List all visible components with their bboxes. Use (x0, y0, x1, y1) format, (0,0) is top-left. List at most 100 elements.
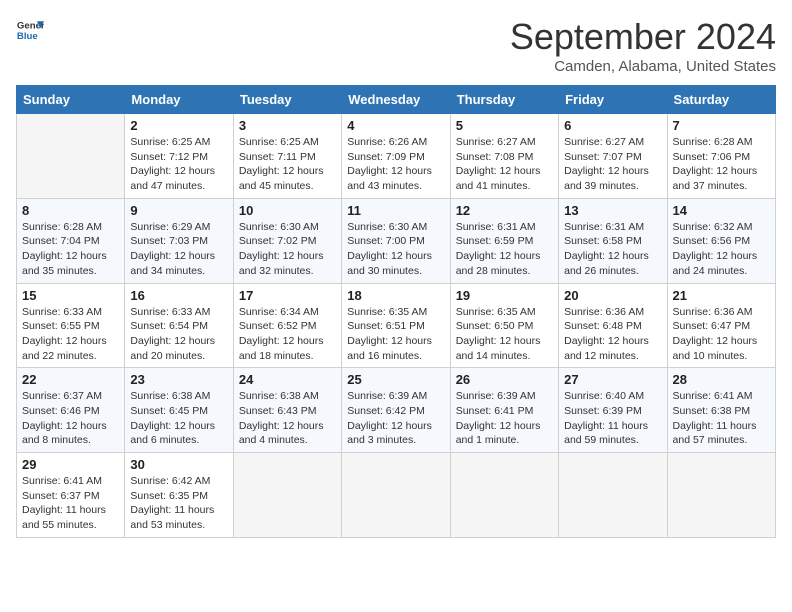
calendar-day-cell: 15 Sunrise: 6:33 AMSunset: 6:55 PMDayligh… (17, 283, 125, 368)
location-subtitle: Camden, Alabama, United States (510, 58, 776, 75)
day-number: 7 (673, 118, 770, 133)
day-number: 8 (22, 203, 119, 218)
day-info: Sunrise: 6:26 AMSunset: 7:09 PMDaylight:… (347, 135, 444, 194)
day-number: 30 (130, 457, 227, 472)
calendar-empty-cell (342, 453, 450, 538)
calendar-day-cell: 26Sunrise: 6:39 AMSunset: 6:41 PMDayligh… (450, 368, 558, 453)
day-info: Sunrise: 6:36 AMSunset: 6:48 PMDaylight:… (564, 305, 661, 364)
calendar-day-cell: 2 Sunrise: 6:25 AMSunset: 7:12 PMDaylight… (125, 114, 233, 199)
calendar-day-cell: 9 Sunrise: 6:29 AMSunset: 7:03 PMDaylight… (125, 198, 233, 283)
calendar-day-cell: 24 Sunrise: 6:38 AMSunset: 6:43 PMDayligh… (233, 368, 341, 453)
day-number: 10 (239, 203, 336, 218)
day-number: 12 (456, 203, 553, 218)
day-info: Sunrise: 6:36 AMSunset: 6:47 PMDaylight:… (673, 305, 770, 364)
calendar-header-row: SundayMondayTuesdayWednesdayThursdayFrid… (17, 86, 776, 114)
calendar-day-cell: 27 Sunrise: 6:40 AMSunset: 6:39 PMDayligh… (559, 368, 667, 453)
day-info: Sunrise: 6:41 AMSunset: 6:38 PMDaylight:… (673, 389, 770, 448)
calendar-day-cell: 28Sunrise: 6:41 AMSunset: 6:38 PMDayligh… (667, 368, 775, 453)
calendar-day-cell: 8Sunrise: 6:28 AMSunset: 7:04 PMDaylight… (17, 198, 125, 283)
day-number: 9 (130, 203, 227, 218)
calendar-day-cell: 17 Sunrise: 6:34 AMSunset: 6:52 PMDayligh… (233, 283, 341, 368)
day-number: 22 (22, 372, 119, 387)
logo-icon: General Blue (16, 16, 44, 44)
day-info: Sunrise: 6:39 AMSunset: 6:41 PMDaylight:… (456, 389, 553, 448)
calendar-day-cell: 6Sunrise: 6:27 AMSunset: 7:07 PMDaylight… (559, 114, 667, 199)
calendar-day-cell: 18 Sunrise: 6:35 AMSunset: 6:51 PMDayligh… (342, 283, 450, 368)
title-area: September 2024 Camden, Alabama, United S… (510, 16, 776, 75)
day-info: Sunrise: 6:40 AMSunset: 6:39 PMDaylight:… (564, 389, 661, 448)
svg-text:Blue: Blue (17, 31, 38, 42)
calendar-day-cell: 16 Sunrise: 6:33 AMSunset: 6:54 PMDayligh… (125, 283, 233, 368)
month-title: September 2024 (510, 16, 776, 58)
day-info: Sunrise: 6:34 AMSunset: 6:52 PMDaylight:… (239, 305, 336, 364)
day-info: Sunrise: 6:27 AMSunset: 7:08 PMDaylight:… (456, 135, 553, 194)
day-number: 15 (22, 288, 119, 303)
calendar-day-cell: 5 Sunrise: 6:27 AMSunset: 7:08 PMDaylight… (450, 114, 558, 199)
day-number: 11 (347, 203, 444, 218)
calendar-day-cell: 14 Sunrise: 6:32 AMSunset: 6:56 PMDayligh… (667, 198, 775, 283)
calendar-body: 2 Sunrise: 6:25 AMSunset: 7:12 PMDaylight… (17, 114, 776, 538)
calendar-empty-cell (17, 114, 125, 199)
calendar-day-cell: 21Sunrise: 6:36 AMSunset: 6:47 PMDayligh… (667, 283, 775, 368)
day-info: Sunrise: 6:38 AMSunset: 6:43 PMDaylight:… (239, 389, 336, 448)
day-info: Sunrise: 6:39 AMSunset: 6:42 PMDaylight:… (347, 389, 444, 448)
calendar-day-cell: 23Sunrise: 6:38 AMSunset: 6:45 PMDayligh… (125, 368, 233, 453)
day-number: 16 (130, 288, 227, 303)
calendar-day-cell: 7 Sunrise: 6:28 AMSunset: 7:06 PMDaylight… (667, 114, 775, 199)
calendar-day-cell: 3 Sunrise: 6:25 AMSunset: 7:11 PMDaylight… (233, 114, 341, 199)
day-info: Sunrise: 6:31 AMSunset: 6:58 PMDaylight:… (564, 220, 661, 279)
day-info: Sunrise: 6:27 AMSunset: 7:07 PMDaylight:… (564, 135, 661, 194)
day-info: Sunrise: 6:25 AMSunset: 7:12 PMDaylight:… (130, 135, 227, 194)
calendar-day-cell: 10 Sunrise: 6:30 AMSunset: 7:02 PMDayligh… (233, 198, 341, 283)
day-header-friday: Friday (559, 86, 667, 114)
day-number: 27 (564, 372, 661, 387)
day-info: Sunrise: 6:35 AMSunset: 6:50 PMDaylight:… (456, 305, 553, 364)
day-number: 20 (564, 288, 661, 303)
calendar-week-row: 22 Sunrise: 6:37 AMSunset: 6:46 PMDayligh… (17, 368, 776, 453)
day-header-sunday: Sunday (17, 86, 125, 114)
day-header-saturday: Saturday (667, 86, 775, 114)
calendar-empty-cell (233, 453, 341, 538)
calendar-day-cell: 12 Sunrise: 6:31 AMSunset: 6:59 PMDayligh… (450, 198, 558, 283)
day-info: Sunrise: 6:30 AMSunset: 7:00 PMDaylight:… (347, 220, 444, 279)
calendar-empty-cell (450, 453, 558, 538)
calendar-week-row: 15 Sunrise: 6:33 AMSunset: 6:55 PMDayligh… (17, 283, 776, 368)
calendar-day-cell: 25 Sunrise: 6:39 AMSunset: 6:42 PMDayligh… (342, 368, 450, 453)
day-number: 17 (239, 288, 336, 303)
calendar-table: SundayMondayTuesdayWednesdayThursdayFrid… (16, 85, 776, 538)
day-info: Sunrise: 6:29 AMSunset: 7:03 PMDaylight:… (130, 220, 227, 279)
calendar-day-cell: 30 Sunrise: 6:42 AMSunset: 6:35 PMDayligh… (125, 453, 233, 538)
day-number: 4 (347, 118, 444, 133)
day-number: 13 (564, 203, 661, 218)
day-number: 29 (22, 457, 119, 472)
day-number: 5 (456, 118, 553, 133)
day-number: 24 (239, 372, 336, 387)
calendar-day-cell: 20 Sunrise: 6:36 AMSunset: 6:48 PMDayligh… (559, 283, 667, 368)
day-number: 2 (130, 118, 227, 133)
day-number: 14 (673, 203, 770, 218)
logo: General Blue (16, 16, 44, 44)
day-info: Sunrise: 6:33 AMSunset: 6:55 PMDaylight:… (22, 305, 119, 364)
calendar-day-cell: 29Sunrise: 6:41 AMSunset: 6:37 PMDayligh… (17, 453, 125, 538)
day-info: Sunrise: 6:32 AMSunset: 6:56 PMDaylight:… (673, 220, 770, 279)
day-header-tuesday: Tuesday (233, 86, 341, 114)
calendar-day-cell: 11 Sunrise: 6:30 AMSunset: 7:00 PMDayligh… (342, 198, 450, 283)
day-info: Sunrise: 6:25 AMSunset: 7:11 PMDaylight:… (239, 135, 336, 194)
day-info: Sunrise: 6:30 AMSunset: 7:02 PMDaylight:… (239, 220, 336, 279)
day-number: 25 (347, 372, 444, 387)
calendar-empty-cell (559, 453, 667, 538)
calendar-week-row: 29Sunrise: 6:41 AMSunset: 6:37 PMDayligh… (17, 453, 776, 538)
day-header-thursday: Thursday (450, 86, 558, 114)
calendar-day-cell: 22 Sunrise: 6:37 AMSunset: 6:46 PMDayligh… (17, 368, 125, 453)
calendar-week-row: 8Sunrise: 6:28 AMSunset: 7:04 PMDaylight… (17, 198, 776, 283)
header: General Blue September 2024 Camden, Alab… (16, 16, 776, 75)
day-number: 3 (239, 118, 336, 133)
day-number: 18 (347, 288, 444, 303)
day-info: Sunrise: 6:35 AMSunset: 6:51 PMDaylight:… (347, 305, 444, 364)
day-info: Sunrise: 6:31 AMSunset: 6:59 PMDaylight:… (456, 220, 553, 279)
day-info: Sunrise: 6:42 AMSunset: 6:35 PMDaylight:… (130, 474, 227, 533)
day-info: Sunrise: 6:28 AMSunset: 7:06 PMDaylight:… (673, 135, 770, 194)
day-info: Sunrise: 6:33 AMSunset: 6:54 PMDaylight:… (130, 305, 227, 364)
day-info: Sunrise: 6:37 AMSunset: 6:46 PMDaylight:… (22, 389, 119, 448)
day-header-wednesday: Wednesday (342, 86, 450, 114)
